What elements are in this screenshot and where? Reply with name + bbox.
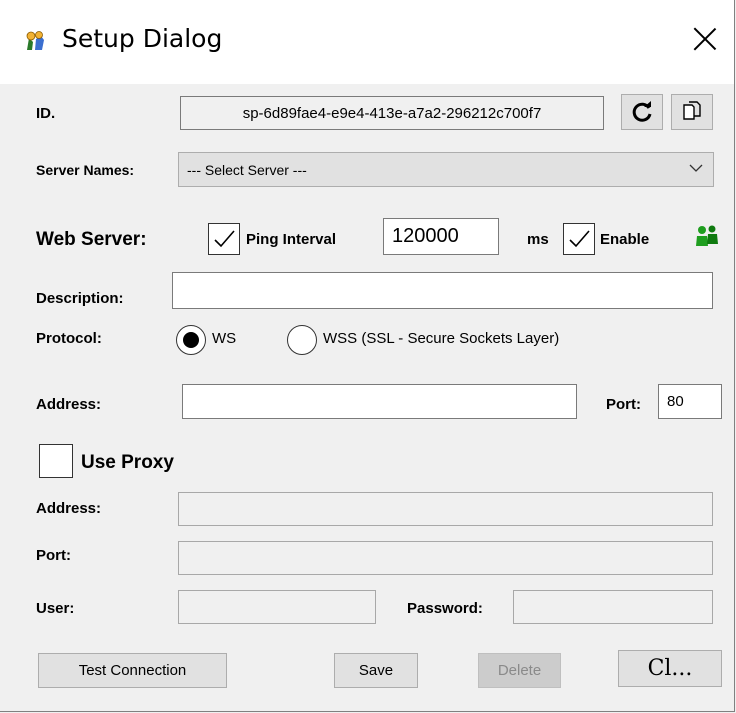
proxy-password-input[interactable] [513, 590, 713, 624]
protocol-wss-label: WSS (SSL - Secure Sockets Layer) [323, 330, 560, 347]
server-names-label: Server Names: [36, 162, 135, 178]
id-label: ID. [36, 105, 56, 122]
protocol-label: Protocol: [36, 330, 102, 347]
setup-dialog-window: Setup Dialog ID. sp-6d89fae4-e9e4-413e-a… [0, 0, 735, 712]
enable-label: Enable [600, 231, 650, 248]
protocol-wss-radio[interactable] [287, 325, 317, 355]
id-value-field: sp-6d89fae4-e9e4-413e-a7a2-296212c700f7 [180, 96, 604, 130]
proxy-address-input[interactable] [178, 492, 713, 526]
address-input[interactable] [182, 384, 577, 419]
close-button[interactable]: Cl... [618, 650, 722, 687]
copy-id-button[interactable] [671, 94, 713, 130]
test-connection-button[interactable]: Test Connection [38, 653, 227, 688]
web-server-label: Web Server: [36, 229, 147, 250]
refresh-id-button[interactable] [621, 94, 663, 130]
title-bar[interactable]: Setup Dialog [0, 0, 734, 84]
close-window-icon[interactable] [690, 24, 720, 54]
window-title: Setup Dialog [62, 24, 223, 53]
proxy-password-label: Password: [407, 600, 483, 617]
delete-button[interactable]: Delete [478, 653, 561, 688]
proxy-port-input[interactable] [178, 541, 713, 575]
save-button[interactable]: Save [334, 653, 418, 688]
proxy-user-input[interactable] [178, 590, 376, 624]
checkmark-icon [214, 230, 235, 248]
server-names-select[interactable]: --- Select Server --- [178, 152, 714, 187]
refresh-icon [632, 101, 652, 122]
protocol-ws-radio[interactable] [176, 325, 206, 355]
app-icon [26, 31, 44, 50]
enable-checkbox[interactable] [563, 223, 595, 255]
radio-selected-dot [183, 332, 199, 348]
copy-icon [683, 101, 701, 120]
ms-unit-label: ms [527, 231, 549, 248]
proxy-user-label: User: [36, 600, 75, 617]
address-label: Address: [36, 396, 102, 413]
checkmark-icon [569, 230, 590, 248]
protocol-ws-label: WS [212, 330, 237, 347]
users-icon [696, 225, 718, 246]
ping-interval-input[interactable]: 120000 [383, 218, 499, 255]
description-input[interactable] [172, 272, 713, 309]
ping-interval-label: Ping Interval [246, 231, 337, 248]
port-label: Port: [606, 396, 641, 413]
ping-interval-checkbox[interactable] [208, 223, 240, 255]
description-label: Description: [36, 290, 124, 307]
chevron-down-icon [689, 164, 703, 172]
server-names-selected: --- Select Server --- [187, 161, 307, 178]
proxy-port-label: Port: [36, 547, 71, 564]
use-proxy-checkbox[interactable] [39, 444, 73, 478]
proxy-address-label: Address: [36, 500, 102, 517]
port-input[interactable]: 80 [658, 384, 722, 419]
use-proxy-label: Use Proxy [81, 452, 174, 473]
